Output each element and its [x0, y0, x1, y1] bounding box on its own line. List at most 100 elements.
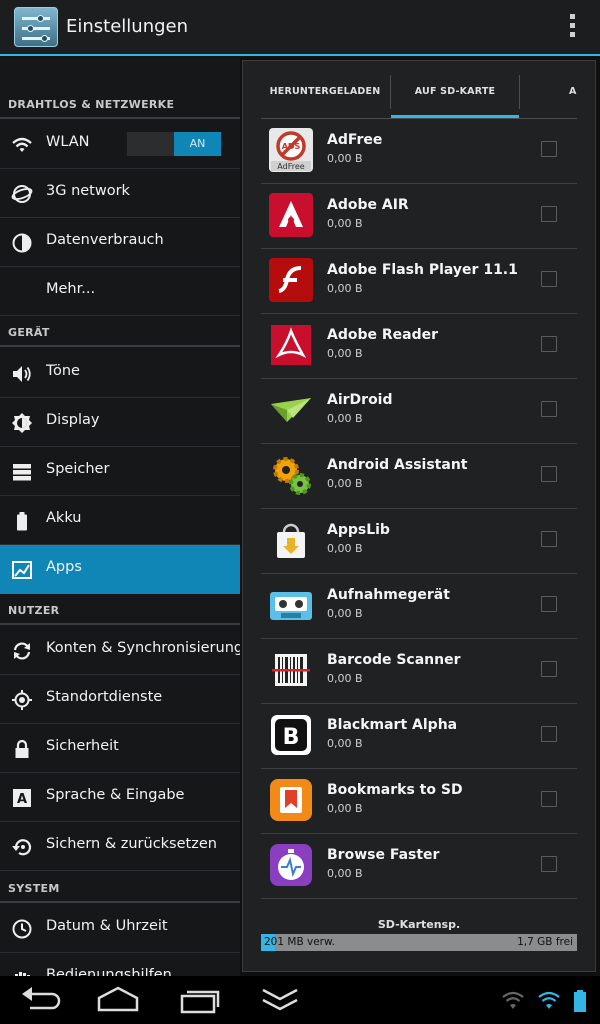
settings-item-data-usage[interactable]: Datenverbrauch: [0, 218, 240, 267]
tab-running[interactable]: A: [533, 71, 600, 119]
app-checkbox[interactable]: [541, 401, 557, 417]
storage-title: SD-Kartensp.: [377, 918, 461, 931]
app-row-blackmart[interactable]: B Blackmart Alpha 0,00 B: [261, 704, 577, 769]
data-usage-label: Datenverbrauch: [46, 232, 164, 248]
barcode-icon: [269, 648, 313, 692]
section-divider: [0, 117, 240, 119]
svg-text:ADS: ADS: [282, 142, 301, 151]
system-navigation-bar: [0, 976, 600, 1024]
tab-sd-card[interactable]: AUF SD-KARTE: [391, 71, 519, 119]
app-row-bookmarks-to-sd[interactable]: Bookmarks to SD 0,00 B: [261, 769, 577, 834]
settings-item-accounts[interactable]: Konten & Synchronisierung: [0, 626, 240, 675]
wifi-icon: [11, 134, 33, 156]
app-checkbox[interactable]: [541, 531, 557, 547]
app-size: 0,00 B: [327, 802, 363, 815]
app-row-adobe-reader[interactable]: Adobe Reader 0,00 B: [261, 314, 577, 379]
settings-item-battery[interactable]: Akku: [0, 496, 240, 545]
svg-text:B: B: [283, 725, 300, 750]
app-name: Android Assistant: [327, 457, 468, 473]
stopwatch-icon: [269, 843, 313, 887]
location-icon: [11, 689, 33, 711]
recent-apps-icon[interactable]: [178, 984, 222, 1016]
app-checkbox[interactable]: [541, 726, 557, 742]
settings-item-display[interactable]: Display: [0, 398, 240, 447]
app-row-airdroid[interactable]: AirDroid 0,00 B: [261, 379, 577, 444]
wlan-toggle[interactable]: AN: [127, 132, 221, 156]
app-row-barcode-scanner[interactable]: Barcode Scanner 0,00 B: [261, 639, 577, 704]
cassette-icon: [269, 583, 313, 627]
bookmark-icon: [269, 778, 313, 822]
app-size: 0,00 B: [327, 737, 363, 750]
app-name: AirDroid: [327, 392, 393, 408]
lock-icon: [11, 738, 33, 760]
app-name: Adobe Flash Player 11.1: [327, 262, 518, 278]
network-label: 3G network: [46, 183, 130, 199]
section-header-wireless: DRAHTLOS & NETZWERKE: [8, 98, 175, 111]
app-size: 0,00 B: [327, 282, 363, 295]
app-size: 0,00 B: [327, 607, 363, 620]
apps-panel: HERUNTERGELADEN AUF SD-KARTE A ADS AdFree…: [242, 60, 596, 972]
app-row-aufnahmegeraet[interactable]: Aufnahmegerät 0,00 B: [261, 574, 577, 639]
section-header-device: GERÄT: [8, 326, 50, 339]
brightness-icon: [11, 412, 33, 434]
page-title: Einstellungen: [66, 16, 189, 37]
app-size: 0,00 B: [327, 152, 363, 165]
wlan-label: WLAN: [46, 134, 90, 150]
settings-item-datetime[interactable]: Datum & Uhrzeit: [0, 904, 240, 953]
settings-item-accessibility[interactable]: Bedienungshilfen: [0, 953, 240, 978]
app-checkbox[interactable]: [541, 141, 557, 157]
overflow-menu-icon[interactable]: [568, 14, 576, 42]
tab-downloaded[interactable]: HERUNTERGELADEN: [261, 71, 389, 119]
settings-app-icon[interactable]: [14, 7, 58, 47]
wifi-signal-icon: [536, 984, 562, 1016]
settings-list: DRAHTLOS & NETZWERKE WLAN AN 3G network …: [0, 58, 240, 978]
settings-item-sounds[interactable]: Töne: [0, 349, 240, 398]
section-divider: [0, 901, 240, 903]
back-icon[interactable]: [20, 984, 64, 1016]
settings-item-apps[interactable]: Apps: [0, 545, 240, 594]
app-checkbox[interactable]: [541, 336, 557, 352]
app-row-browse-faster[interactable]: Browse Faster 0,00 B: [261, 834, 577, 899]
app-checkbox[interactable]: [541, 596, 557, 612]
app-size: 0,00 B: [327, 542, 363, 555]
battery-status-icon: [570, 984, 590, 1016]
globe-icon: [11, 183, 33, 205]
settings-item-security[interactable]: Sicherheit: [0, 724, 240, 773]
app-size: 0,00 B: [327, 412, 363, 425]
app-size: 0,00 B: [327, 347, 363, 360]
app-checkbox[interactable]: [541, 271, 557, 287]
section-header-system: SYSTEM: [8, 882, 60, 895]
settings-item-wlan[interactable]: WLAN AN: [0, 120, 240, 169]
settings-item-storage[interactable]: Speicher: [0, 447, 240, 496]
app-checkbox[interactable]: [541, 206, 557, 222]
app-row-appslib[interactable]: AppsLib 0,00 B: [261, 509, 577, 574]
speaker-icon: [11, 363, 33, 385]
hide-keyboard-icon[interactable]: [258, 984, 302, 1016]
sounds-label: Töne: [46, 363, 80, 379]
adobe-air-icon: [269, 193, 313, 237]
app-row-adfree[interactable]: ADS AdFree AdFree 0,00 B: [261, 119, 577, 184]
app-name: AppsLib: [327, 522, 390, 538]
app-name: Bookmarks to SD: [327, 782, 463, 798]
backup-restore-icon: [11, 836, 33, 858]
airdroid-icon: [269, 388, 313, 432]
battery-icon: [11, 510, 33, 532]
apps-icon: [11, 559, 33, 581]
settings-item-location[interactable]: Standortdienste: [0, 675, 240, 724]
app-row-android-assistant[interactable]: Android Assistant 0,00 B: [261, 444, 577, 509]
home-icon[interactable]: [96, 984, 140, 1016]
storage-icon: [11, 461, 33, 483]
settings-item-3g-network[interactable]: 3G network: [0, 169, 240, 218]
settings-item-more[interactable]: Mehr...: [0, 267, 240, 316]
app-size: 0,00 B: [327, 672, 363, 685]
settings-item-backup[interactable]: Sichern & zurücksetzen: [0, 822, 240, 871]
app-checkbox[interactable]: [541, 661, 557, 677]
app-row-adobe-air[interactable]: Adobe AIR 0,00 B: [261, 184, 577, 249]
app-checkbox[interactable]: [541, 791, 557, 807]
settings-item-language[interactable]: A Sprache & Eingabe: [0, 773, 240, 822]
data-usage-icon: [11, 232, 33, 254]
app-checkbox[interactable]: [541, 466, 557, 482]
app-checkbox[interactable]: [541, 856, 557, 872]
app-row-flash[interactable]: Adobe Flash Player 11.1 0,00 B: [261, 249, 577, 314]
app-name: Blackmart Alpha: [327, 717, 458, 733]
